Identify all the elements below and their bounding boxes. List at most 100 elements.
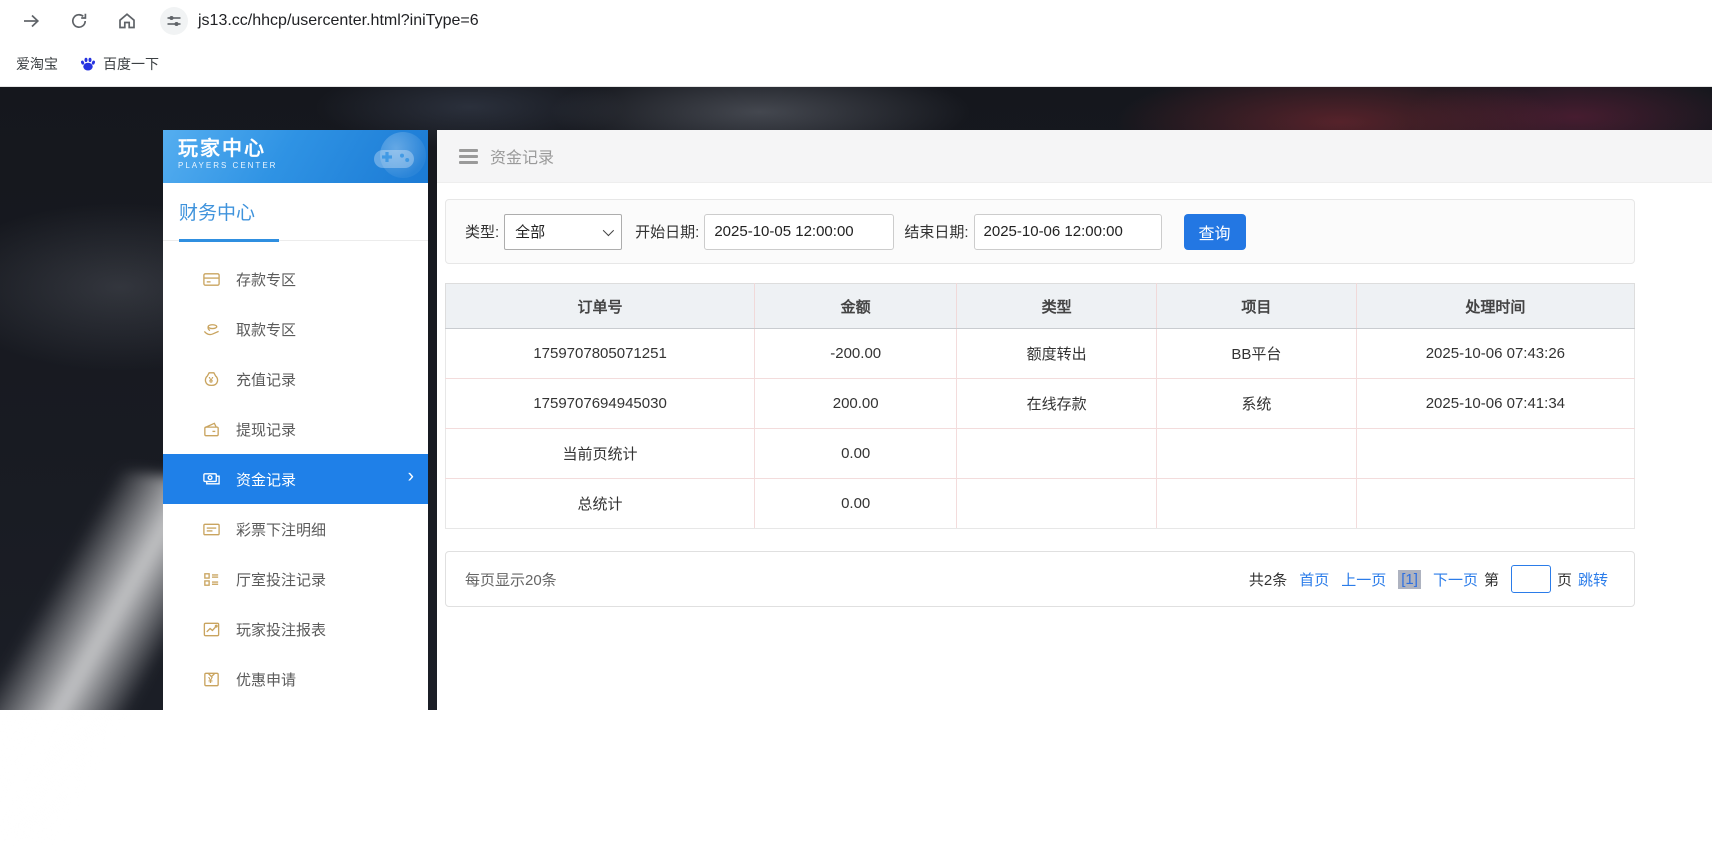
bookmarks-bar: 爱淘宝 百度一下 <box>0 41 1712 87</box>
cell-empty <box>1157 429 1357 479</box>
jump-suffix-text: 页 <box>1557 569 1572 590</box>
sidebar-item-label: 资金记录 <box>236 469 296 490</box>
cell-process-time: 2025-10-06 07:41:34 <box>1356 379 1634 429</box>
type-select[interactable]: 全部 <box>504 214 622 250</box>
site-settings-icon[interactable] <box>160 7 188 35</box>
col-process-time: 处理时间 <box>1356 284 1634 329</box>
sidebar-item-label: 充值记录 <box>236 369 296 390</box>
sidebar-item-recharge-records[interactable]: ¥ 充值记录 <box>163 354 428 404</box>
table-row-page-summary: 当前页统计 0.00 <box>446 429 1635 479</box>
cell-type: 在线存款 <box>957 379 1157 429</box>
sidebar-item-player-bet-report[interactable]: 玩家投注报表 <box>163 604 428 654</box>
total-count-text: 共2条 <box>1249 569 1287 590</box>
next-page-link[interactable]: 下一页 <box>1433 569 1478 590</box>
bookmark-aitaobao[interactable]: 爱淘宝 <box>10 50 64 78</box>
jump-button[interactable]: 跳转 <box>1578 569 1608 590</box>
cell-summary-label: 当前页统计 <box>446 429 755 479</box>
cell-project: BB平台 <box>1157 329 1357 379</box>
sidebar-item-label: 优惠申请 <box>236 669 296 690</box>
cell-amount: 0.00 <box>755 429 957 479</box>
section-title-text: 财务中心 <box>179 203 255 224</box>
jump-prefix-text: 第 <box>1484 569 1499 590</box>
report-chart-icon <box>201 619 221 639</box>
prev-page-link[interactable]: 上一页 <box>1341 569 1386 590</box>
cell-amount: -200.00 <box>755 329 957 379</box>
cell-empty <box>1356 429 1634 479</box>
funds-table: 订单号 金额 类型 项目 处理时间 1759707805071251 -200.… <box>445 283 1635 529</box>
banknotes-icon <box>201 469 221 489</box>
chevron-down-icon <box>603 224 614 235</box>
col-project: 项目 <box>1157 284 1357 329</box>
chevron-right-icon <box>408 466 414 488</box>
withdraw-hand-icon <box>201 319 221 339</box>
table-row: 1759707694945030 200.00 在线存款 系统 2025-10-… <box>446 379 1635 429</box>
type-select-value: 全部 <box>515 221 545 242</box>
page-title: 资金记录 <box>490 144 554 168</box>
current-page-indicator: [1] <box>1398 570 1421 589</box>
browser-toolbar: js13.cc/hhcp/usercenter.html?iniType=6 <box>0 0 1712 41</box>
cell-order-id: 1759707805071251 <box>446 329 755 379</box>
cell-amount: 200.00 <box>755 379 957 429</box>
start-date-label: 开始日期: <box>635 221 699 242</box>
jump-page-input[interactable] <box>1511 565 1551 593</box>
table-header-row: 订单号 金额 类型 项目 处理时间 <box>446 284 1635 329</box>
sidebar-item-hall-bet-records[interactable]: 厅室投注记录 <box>163 554 428 604</box>
url-text[interactable]: js13.cc/hhcp/usercenter.html?iniType=6 <box>198 12 479 30</box>
money-bag-icon: ¥ <box>201 369 221 389</box>
sidebar-item-deposit-zone[interactable]: 存款专区 <box>163 254 428 304</box>
cell-process-time: 2025-10-06 07:43:26 <box>1356 329 1634 379</box>
sidebar-item-withdrawal-records[interactable]: 提现记录 <box>163 404 428 454</box>
bookmark-baidu[interactable]: 百度一下 <box>74 50 165 78</box>
start-date-input[interactable] <box>704 214 894 250</box>
reload-icon[interactable] <box>62 4 96 38</box>
hamburger-menu-icon[interactable] <box>459 149 478 164</box>
col-order-id: 订单号 <box>446 284 755 329</box>
page-size-text: 每页显示20条 <box>465 569 557 590</box>
svg-text:¥: ¥ <box>208 374 213 384</box>
baidu-paw-icon <box>80 56 96 72</box>
cell-empty <box>957 479 1157 529</box>
main-header: 资金记录 <box>437 130 1712 183</box>
cell-summary-label: 总统计 <box>446 479 755 529</box>
sidebar-item-funds-records[interactable]: 资金记录 <box>163 454 428 504</box>
end-date-label: 结束日期: <box>904 221 968 242</box>
sidebar-item-label: 存款专区 <box>236 269 296 290</box>
sidebar-item-promo-application[interactable]: ¥ 优惠申请 <box>163 654 428 704</box>
hall-list-icon <box>201 569 221 589</box>
deposit-card-icon <box>201 269 221 289</box>
sidebar-item-lottery-bet-details[interactable]: 彩票下注明细 <box>163 504 428 554</box>
pagination-bar: 每页显示20条 共2条 首页 上一页 [1] 下一页 第 页 跳转 <box>445 551 1635 607</box>
end-date-input[interactable] <box>974 214 1162 250</box>
coupon-icon: ¥ <box>201 669 221 689</box>
first-page-link[interactable]: 首页 <box>1299 569 1329 590</box>
sidebar: 玩家中心 PLAYERS CENTER 财务中心 存款专区 <box>163 130 428 710</box>
sidebar-item-label: 彩票下注明细 <box>236 519 326 540</box>
forward-icon[interactable] <box>14 4 48 38</box>
ticket-list-icon <box>201 519 221 539</box>
sidebar-item-label: 提现记录 <box>236 419 296 440</box>
sidebar-item-withdraw-zone[interactable]: 取款专区 <box>163 304 428 354</box>
sidebar-item-label: 厅室投注记录 <box>236 569 326 590</box>
search-button[interactable]: 查询 <box>1184 214 1246 250</box>
cell-type: 额度转出 <box>957 329 1157 379</box>
sidebar-menu: 存款专区 取款专区 ¥ 充值记录 提现记录 <box>163 241 428 704</box>
sidebar-section-title: 财务中心 <box>163 183 428 241</box>
table-row: 1759707805071251 -200.00 额度转出 BB平台 2025-… <box>446 329 1635 379</box>
wallet-icon <box>201 419 221 439</box>
address-bar[interactable]: js13.cc/hhcp/usercenter.html?iniType=6 <box>160 4 479 38</box>
cell-empty <box>957 429 1157 479</box>
cell-empty <box>1157 479 1357 529</box>
bookmark-label: 百度一下 <box>103 54 159 74</box>
cell-amount: 0.00 <box>755 479 957 529</box>
bookmark-label: 爱淘宝 <box>16 54 58 74</box>
home-icon[interactable] <box>110 4 144 38</box>
cell-order-id: 1759707694945030 <box>446 379 755 429</box>
sidebar-header: 玩家中心 PLAYERS CENTER <box>163 130 428 183</box>
col-type: 类型 <box>957 284 1157 329</box>
pagination-controls: 共2条 首页 上一页 [1] 下一页 第 页 跳转 <box>1249 565 1608 593</box>
table-row-total-summary: 总统计 0.00 <box>446 479 1635 529</box>
sidebar-item-label: 玩家投注报表 <box>236 619 326 640</box>
type-label: 类型: <box>465 221 499 242</box>
sidebar-item-label: 取款专区 <box>236 319 296 340</box>
col-amount: 金额 <box>755 284 957 329</box>
